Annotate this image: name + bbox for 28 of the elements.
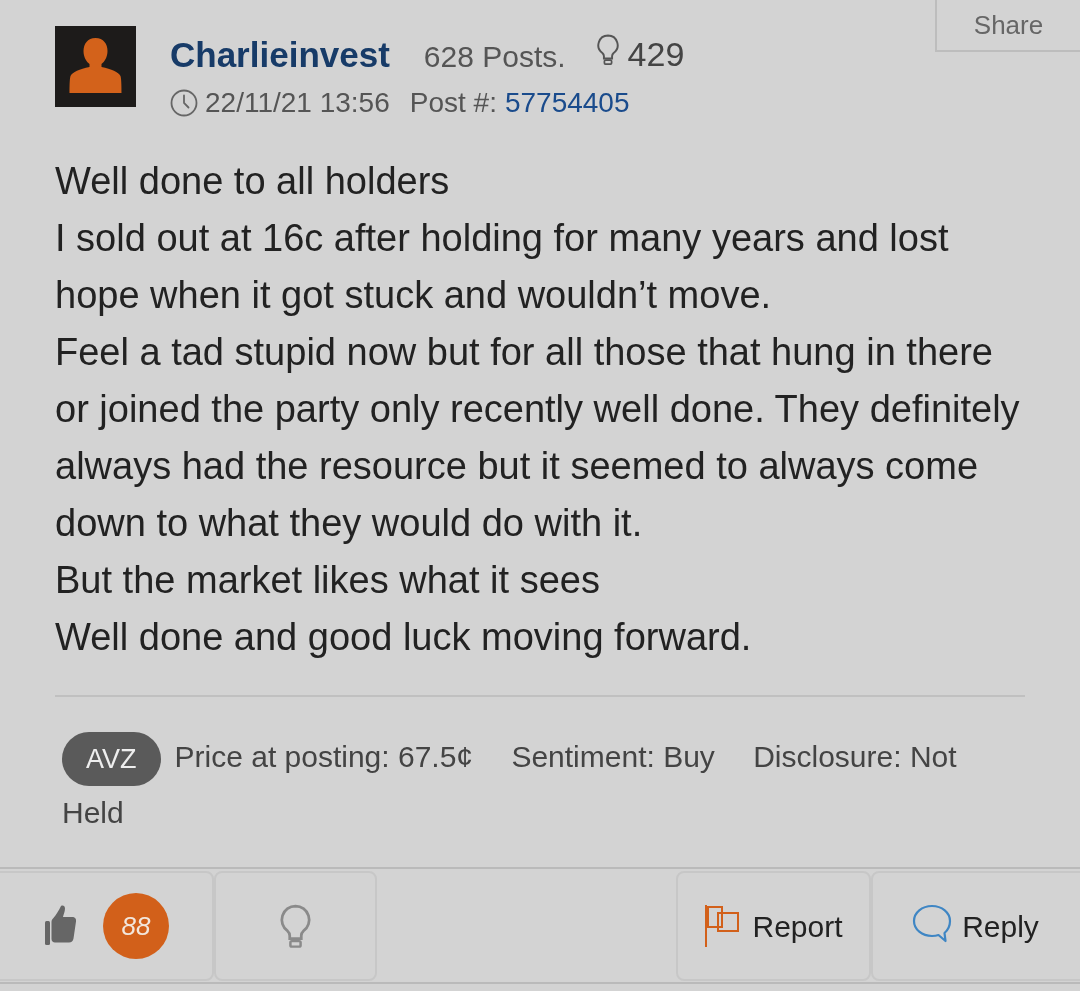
avatar-icon — [55, 26, 136, 107]
speech-bubble-icon — [912, 904, 953, 945]
lightbulb-count: 429 — [627, 37, 685, 71]
post-number-link[interactable]: 57754405 — [504, 82, 630, 124]
clock-icon — [170, 89, 198, 117]
flag-icon — [704, 904, 741, 949]
disclosure-text: Disclosure: Not — [753, 740, 957, 773]
share-button[interactable]: Share — [935, 0, 1080, 52]
post-paragraph: But the market likes what it sees — [55, 558, 601, 603]
post-timestamp: 22/11/21 13:56 — [205, 86, 390, 120]
like-count: 88 — [103, 893, 169, 960]
price-at-posting: Price at posting: 67.5¢ — [174, 740, 474, 773]
post-number-label: Post #: — [409, 86, 497, 120]
stock-code-tag[interactable]: AVZ — [62, 732, 161, 787]
post-paragraph: Feel a tad stupid now but for all those that hung in there or joined the party only recently well done. They definitely always had the resource but it seemed to always come down to what they would do with it. — [55, 330, 1021, 546]
disclosure-text: Held — [62, 796, 124, 830]
lightbulb-icon — [279, 903, 312, 950]
lightbulb-button[interactable] — [214, 871, 377, 982]
post-paragraph: Well done to all holders — [55, 159, 451, 204]
reply-button[interactable]: Reply — [871, 871, 1080, 982]
report-button[interactable]: Report — [676, 871, 871, 982]
lightbulb-icon — [595, 33, 620, 65]
like-button[interactable]: 88 — [0, 871, 214, 982]
post-paragraph: I sold out at 16c after holding for many years and lost hope when it got stuck and wouldn’t move. — [55, 216, 950, 318]
post-count: 628 Posts. — [423, 42, 566, 72]
author-name-link[interactable]: Charlieinvest — [170, 36, 390, 72]
sentiment-text: Sentiment: Buy — [511, 740, 715, 773]
post-paragraph: Well done and good luck moving forward. — [55, 615, 753, 660]
